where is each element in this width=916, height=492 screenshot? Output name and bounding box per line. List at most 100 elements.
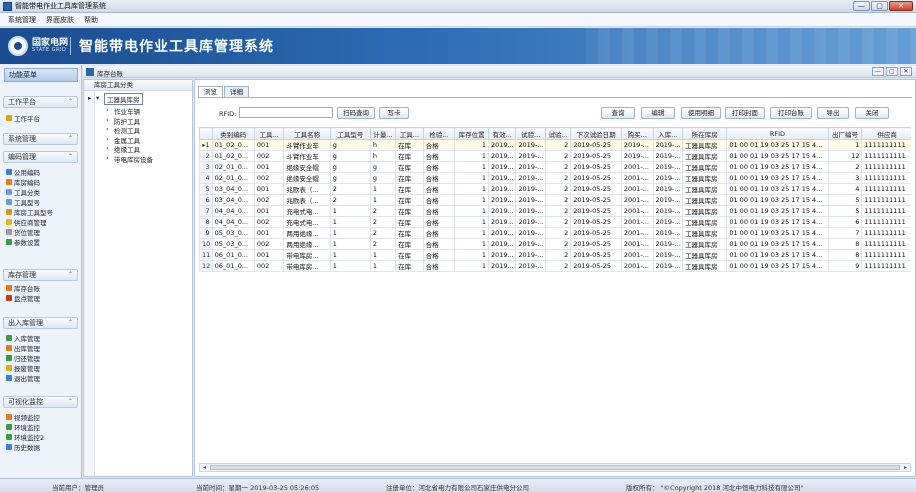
tree-arrow-icon[interactable]: ▸: [88, 94, 91, 102]
tree-root-node[interactable]: 工器具库房: [104, 93, 143, 105]
table-row[interactable]: 4 02_01_0... 002 绝缘安全帽 g g 在库 合格 1 2019... 2019-..…: [199, 172, 911, 184]
row-number[interactable]: 9: [199, 227, 213, 239]
chevron-up-icon[interactable]: ⌃: [68, 152, 73, 162]
table-row[interactable]: 9 05_03_0... 001 两用绝缘... 1 2 在库 合格 1 2019... 2019-…: [199, 227, 911, 239]
row-number[interactable]: 10: [199, 238, 213, 250]
sidebar-section-5[interactable]: 可视化监控 ⌃: [3, 396, 78, 408]
chevron-up-icon[interactable]: ⌃: [68, 270, 73, 280]
tree-arrow-icon[interactable]: ›: [106, 106, 109, 114]
maximize-button[interactable]: ▢: [871, 1, 888, 11]
row-number[interactable]: 2: [199, 150, 213, 162]
sidebar-item-ledger[interactable]: 库存台账: [6, 283, 40, 293]
usage-detail-button[interactable]: 使用明细: [681, 107, 721, 119]
table-row[interactable]: 2 01_02_0... 002 斗臂作业车 g h 在库 合格 1 2019... 2019-..…: [199, 150, 911, 162]
edit-button[interactable]: 编辑: [641, 107, 675, 119]
scan-query-button[interactable]: 扫码查询: [337, 107, 375, 119]
menu-skin[interactable]: 界面皮肤: [46, 15, 74, 25]
sidebar-item-env[interactable]: 环境监控: [6, 422, 40, 432]
tree-arrow-icon[interactable]: ›: [106, 116, 109, 124]
print-cover-button[interactable]: 打印封面: [725, 107, 765, 119]
grid-column-header[interactable]: 下次试验日期: [570, 127, 622, 140]
tree-node[interactable]: 检测工具: [114, 125, 140, 135]
sidebar-item-warehouse[interactable]: 库房编码: [6, 177, 40, 187]
table-row[interactable]: 7 04_04_0... 001 充电式电... 1 2 在库 合格 1 2019... 2019-…: [199, 205, 911, 217]
table-row[interactable]: 10 05_03_0... 002 两用绝缘... 1 2 在库 合格 1 2019... 2019…: [199, 238, 911, 250]
tab-browse[interactable]: 浏览: [198, 86, 223, 97]
horizontal-scrollbar[interactable]: ◂ ▸: [199, 463, 911, 472]
grid-column-header[interactable]: 库存位置: [454, 127, 489, 140]
print-ledger-button[interactable]: 打印台账: [770, 107, 812, 119]
sidebar-item-settings[interactable]: 参数设置: [6, 237, 40, 247]
sidebar-item-video[interactable]: 视频监控: [6, 412, 40, 422]
sidebar-item-env2[interactable]: 环境监控2: [6, 432, 44, 442]
row-number[interactable]: 7: [199, 205, 213, 217]
sidebar-item-return[interactable]: 归还管理: [6, 353, 40, 363]
tree-node[interactable]: 带电库房设备: [114, 154, 153, 164]
chevron-up-icon[interactable]: ⌃: [68, 397, 73, 407]
close-button[interactable]: ✕: [889, 1, 913, 11]
tree-node[interactable]: 防护工具: [114, 116, 140, 126]
grid-column-header[interactable]: 入库...: [652, 127, 684, 140]
sidebar-item-inbound[interactable]: 入库管理: [6, 333, 40, 343]
inner-maximize-button[interactable]: ▢: [886, 67, 898, 76]
sidebar-item-category[interactable]: 工具分类: [6, 187, 40, 197]
write-card-button[interactable]: 写卡: [379, 107, 409, 119]
row-number[interactable]: ▸1: [199, 139, 213, 151]
grid-column-header[interactable]: 工具...: [395, 127, 424, 140]
grid-column-header[interactable]: 类别编码: [211, 127, 255, 140]
tree-node[interactable]: 金属工具: [114, 135, 140, 145]
table-row[interactable]: 6 03_04_0... 002 兆欧表（... 2 1 在库 合格 1 2019... 2019-…: [199, 194, 911, 206]
scroll-thumb[interactable]: [210, 465, 900, 470]
grid-column-header[interactable]: 出厂编号: [827, 127, 863, 140]
sidebar-item-inventory[interactable]: 盘点管理: [6, 293, 40, 303]
sidebar-item-location[interactable]: 货位管理: [6, 227, 40, 237]
row-number[interactable]: 3: [199, 161, 213, 173]
grid-column-header[interactable]: 所在库房: [682, 127, 728, 140]
tree-node[interactable]: 作业车辆: [114, 106, 140, 116]
menu-help[interactable]: 帮助: [84, 15, 98, 25]
grid-column-header[interactable]: 工具...: [253, 127, 285, 140]
tree-node[interactable]: 绝缘工具: [114, 144, 140, 154]
table-row[interactable]: 3 02_01_0... 001 绝缘安全帽 g g 在库 合格 1 2019... 2019-..…: [199, 161, 911, 173]
sidebar-item-tool-model[interactable]: 库房工具型号: [6, 207, 53, 217]
rfid-input[interactable]: [239, 107, 333, 118]
grid-column-header[interactable]: RFID: [726, 127, 829, 140]
tree-arrow-icon[interactable]: ›: [106, 154, 109, 162]
table-row[interactable]: 5 03_04_0... 001 兆欧表（... 2 1 在库 合格 1 2019... 2019-…: [199, 183, 911, 195]
function-menu-header[interactable]: 功能菜单: [4, 68, 78, 82]
table-row[interactable]: 11 06_01_0... 001 带电库房... 1 1 在库 合格 1 2019... 2019…: [199, 249, 911, 261]
row-number[interactable]: 5: [199, 183, 213, 195]
sidebar-item-scrap[interactable]: 报废管理: [6, 363, 40, 373]
chevron-up-icon[interactable]: ⌃: [68, 134, 73, 144]
sidebar-item-exit[interactable]: 退出管理: [6, 373, 40, 383]
chevron-up-icon[interactable]: ⌃: [68, 97, 73, 107]
sidebar-section-1[interactable]: 系统管理 ⌃: [3, 133, 78, 145]
sidebar-section-3[interactable]: 库存管理 ⌃: [3, 269, 78, 281]
table-row[interactable]: ▸1 01_02_0... 001 斗臂作业车 g h 在库 合格 1 2019... 2019-.…: [199, 139, 911, 151]
sidebar-section-4[interactable]: 出入库管理 ⌃: [3, 317, 78, 329]
scroll-right-icon[interactable]: ▸: [901, 464, 910, 471]
grid-column-header[interactable]: 计量...: [369, 127, 397, 140]
sidebar-item-supplier[interactable]: 供应商管理: [6, 217, 47, 227]
row-number[interactable]: 6: [199, 194, 213, 206]
query-button[interactable]: 查询: [601, 107, 635, 119]
sidebar-item-outbound[interactable]: 出库管理: [6, 343, 40, 353]
sidebar-item-model[interactable]: 工具型号: [6, 197, 40, 207]
minimize-button[interactable]: —: [853, 1, 870, 11]
sidebar-item-code[interactable]: 公用编码: [6, 167, 40, 177]
tree-arrow-icon[interactable]: ›: [106, 135, 109, 143]
grid-column-header[interactable]: 供应商: [861, 127, 911, 140]
grid-column-header[interactable]: 检验...: [422, 127, 456, 140]
grid-column-header[interactable]: 试验...: [544, 127, 572, 140]
menu-system[interactable]: 系统管理: [8, 15, 36, 25]
grid-column-header[interactable]: 工具名称: [283, 127, 331, 140]
scroll-left-icon[interactable]: ◂: [200, 464, 209, 471]
row-number[interactable]: 11: [199, 249, 213, 261]
grid-column-header[interactable]: 工具型号: [329, 127, 371, 140]
sidebar-section-2[interactable]: 编码管理 ⌃: [3, 151, 78, 163]
sidebar-item-star[interactable]: 工作平台: [6, 113, 40, 123]
close-ledger-button[interactable]: 关闭: [855, 107, 889, 119]
grid-column-header[interactable]: 有效...: [487, 127, 517, 140]
table-row[interactable]: 12 06_01_0... 002 带电库房... 1 1 在库 合格 1 2019... 2019…: [199, 260, 911, 272]
tab-detail[interactable]: 详细: [224, 86, 249, 97]
